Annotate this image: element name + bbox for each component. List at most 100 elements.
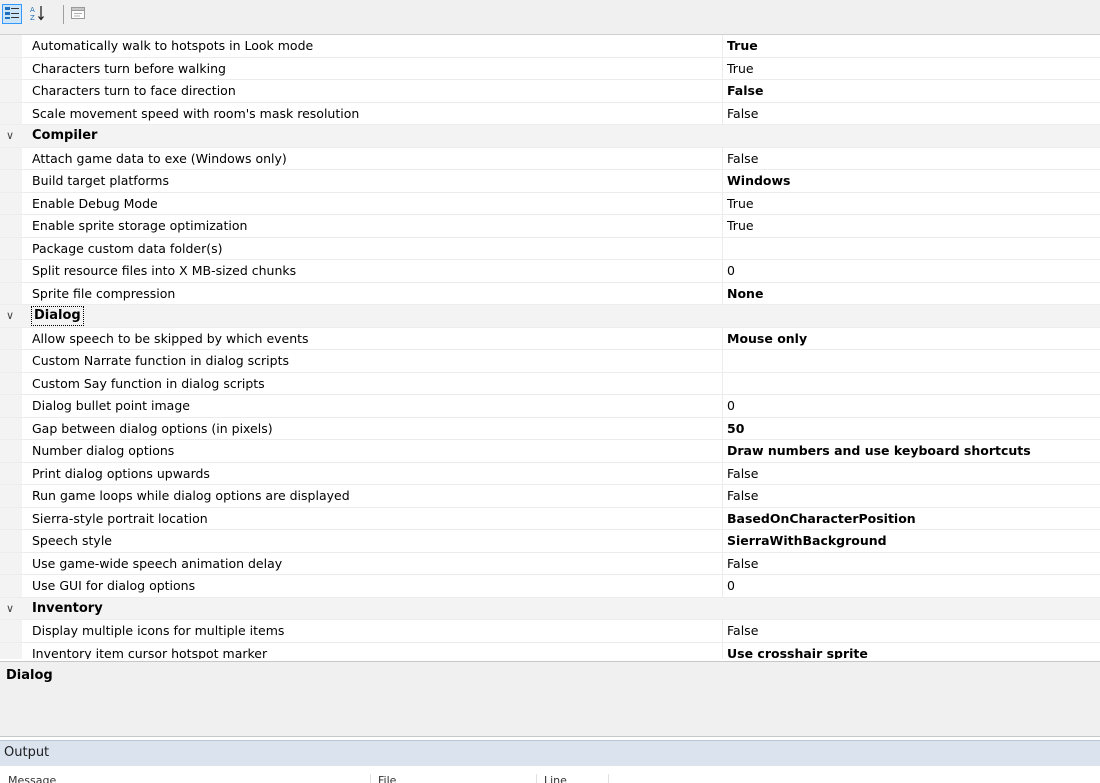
property-value[interactable]: False — [727, 463, 758, 485]
property-row[interactable]: Automatically walk to hotspots in Look m… — [0, 35, 1100, 58]
row-gutter — [0, 530, 22, 552]
toolbar-separator — [63, 5, 64, 24]
property-name: Split resource files into X MB-sized chu… — [32, 263, 297, 278]
property-row[interactable]: Package custom data folder(s) — [0, 237, 1100, 260]
chevron-down-icon[interactable]: ∨ — [6, 125, 14, 147]
column-divider — [722, 170, 723, 192]
property-name: Characters turn to face direction — [32, 83, 236, 98]
category-row[interactable]: ∨ Dialog — [0, 305, 1100, 328]
property-grid[interactable]: Automatically walk to hotspots in Look m… — [0, 34, 1100, 659]
property-name: Characters turn before walking — [32, 60, 226, 76]
column-divider — [722, 507, 723, 529]
row-gutter — [0, 57, 22, 79]
property-name: Attach game data to exe (Windows only) — [32, 150, 287, 166]
column-divider — [722, 350, 723, 372]
property-row[interactable]: Split resource files into X MB-sized chu… — [0, 260, 1100, 283]
property-value[interactable]: None — [727, 283, 763, 305]
column-divider — [722, 57, 723, 79]
column-header-line[interactable]: Line — [544, 774, 609, 783]
property-name: Sprite file compression — [32, 285, 176, 301]
property-value[interactable]: SierraWithBackground — [727, 530, 887, 552]
property-value[interactable]: False — [727, 620, 758, 642]
property-row[interactable]: Use GUI for dialog options 0 — [0, 575, 1100, 598]
property-value[interactable]: BasedOnCharacterPosition — [727, 508, 916, 530]
property-value[interactable]: True — [727, 215, 754, 237]
property-row[interactable]: Sprite file compression None — [0, 282, 1100, 305]
property-row[interactable]: Inventory item cursor hotspot marker Use … — [0, 642, 1100, 660]
property-row[interactable]: Scale movement speed with room's mask re… — [0, 102, 1100, 125]
column-divider — [722, 575, 723, 597]
property-row[interactable]: Custom Say function in dialog scripts — [0, 372, 1100, 395]
column-divider — [722, 440, 723, 462]
property-row[interactable]: Build target platforms Windows — [0, 170, 1100, 193]
categorized-button[interactable] — [2, 4, 22, 24]
property-row[interactable]: Enable sprite storage optimization True — [0, 215, 1100, 238]
row-gutter — [0, 485, 22, 507]
property-row[interactable]: Run game loops while dialog options are … — [0, 485, 1100, 508]
category-label: Inventory — [32, 600, 103, 616]
property-value[interactable]: Windows — [727, 170, 791, 192]
row-gutter — [0, 327, 22, 349]
row-gutter — [0, 215, 22, 237]
column-divider — [722, 327, 723, 349]
property-name: Sierra-style portrait location — [32, 510, 208, 526]
property-row[interactable]: Characters turn to face direction False — [0, 80, 1100, 103]
property-name: Dialog bullet point image — [32, 398, 190, 413]
property-value[interactable]: False — [727, 103, 758, 125]
property-name: Allow speech to be skipped by which even… — [32, 330, 309, 346]
column-header-file[interactable]: File — [378, 774, 537, 783]
row-gutter — [0, 102, 22, 124]
property-value[interactable]: 0 — [727, 395, 735, 417]
chevron-down-icon[interactable]: ∨ — [6, 598, 14, 620]
property-value[interactable]: Use crosshair sprite — [727, 643, 868, 660]
property-row[interactable]: Sierra-style portrait location BasedOnCha… — [0, 507, 1100, 530]
property-row[interactable]: Display multiple icons for multiple item… — [0, 620, 1100, 643]
row-gutter — [0, 575, 22, 597]
categorized-icon — [4, 5, 20, 24]
property-value[interactable]: True — [727, 35, 758, 57]
property-row[interactable]: Attach game data to exe (Windows only) Fa… — [0, 147, 1100, 170]
property-value[interactable]: Draw numbers and use keyboard shortcuts — [727, 440, 1031, 462]
property-value[interactable]: 50 — [727, 418, 744, 440]
property-pages-button[interactable] — [68, 4, 88, 24]
description-title: Dialog — [6, 668, 53, 683]
property-row[interactable]: Number dialog options Draw numbers and us… — [0, 440, 1100, 463]
chevron-down-icon[interactable]: ∨ — [6, 305, 14, 327]
alphabetical-button[interactable]: A Z — [28, 4, 48, 24]
property-value[interactable]: False — [727, 553, 758, 575]
property-name: Run game loops while dialog options are … — [32, 488, 350, 503]
property-row[interactable]: Custom Narrate function in dialog script… — [0, 350, 1100, 373]
property-value[interactable]: True — [727, 58, 754, 80]
svg-text:Z: Z — [30, 14, 35, 22]
column-divider — [722, 462, 723, 484]
column-header-message[interactable]: Message — [8, 774, 371, 783]
property-row[interactable]: Allow speech to be skipped by which even… — [0, 327, 1100, 350]
property-row[interactable]: Use game-wide speech animation delay Fals… — [0, 552, 1100, 575]
category-row[interactable]: ∨ Compiler — [0, 125, 1100, 148]
row-gutter — [0, 147, 22, 169]
property-row[interactable]: Gap between dialog options (in pixels) 50 — [0, 417, 1100, 440]
property-row[interactable]: Print dialog options upwards False — [0, 462, 1100, 485]
row-gutter — [0, 507, 22, 529]
property-name: Print dialog options upwards — [32, 465, 210, 481]
row-gutter — [0, 350, 22, 372]
property-value[interactable]: Mouse only — [727, 328, 807, 350]
column-divider — [722, 147, 723, 169]
row-gutter — [0, 642, 22, 659]
property-row[interactable]: Enable Debug Mode True — [0, 192, 1100, 215]
category-row[interactable]: ∨ Inventory — [0, 597, 1100, 620]
column-divider — [722, 372, 723, 394]
row-gutter — [0, 552, 22, 574]
property-value[interactable]: False — [727, 148, 758, 170]
column-divider — [722, 620, 723, 642]
property-row[interactable]: Speech style SierraWithBackground — [0, 530, 1100, 553]
output-panel-header[interactable]: Output — [0, 740, 1100, 766]
property-value[interactable]: True — [727, 193, 754, 215]
property-value[interactable]: 0 — [727, 260, 735, 282]
property-row[interactable]: Characters turn before walking True — [0, 57, 1100, 80]
property-row[interactable]: Dialog bullet point image 0 — [0, 395, 1100, 418]
property-name: Automatically walk to hotspots in Look m… — [32, 38, 314, 53]
property-value[interactable]: False — [727, 80, 763, 102]
property-value[interactable]: 0 — [727, 575, 735, 597]
property-value[interactable]: False — [727, 485, 758, 507]
